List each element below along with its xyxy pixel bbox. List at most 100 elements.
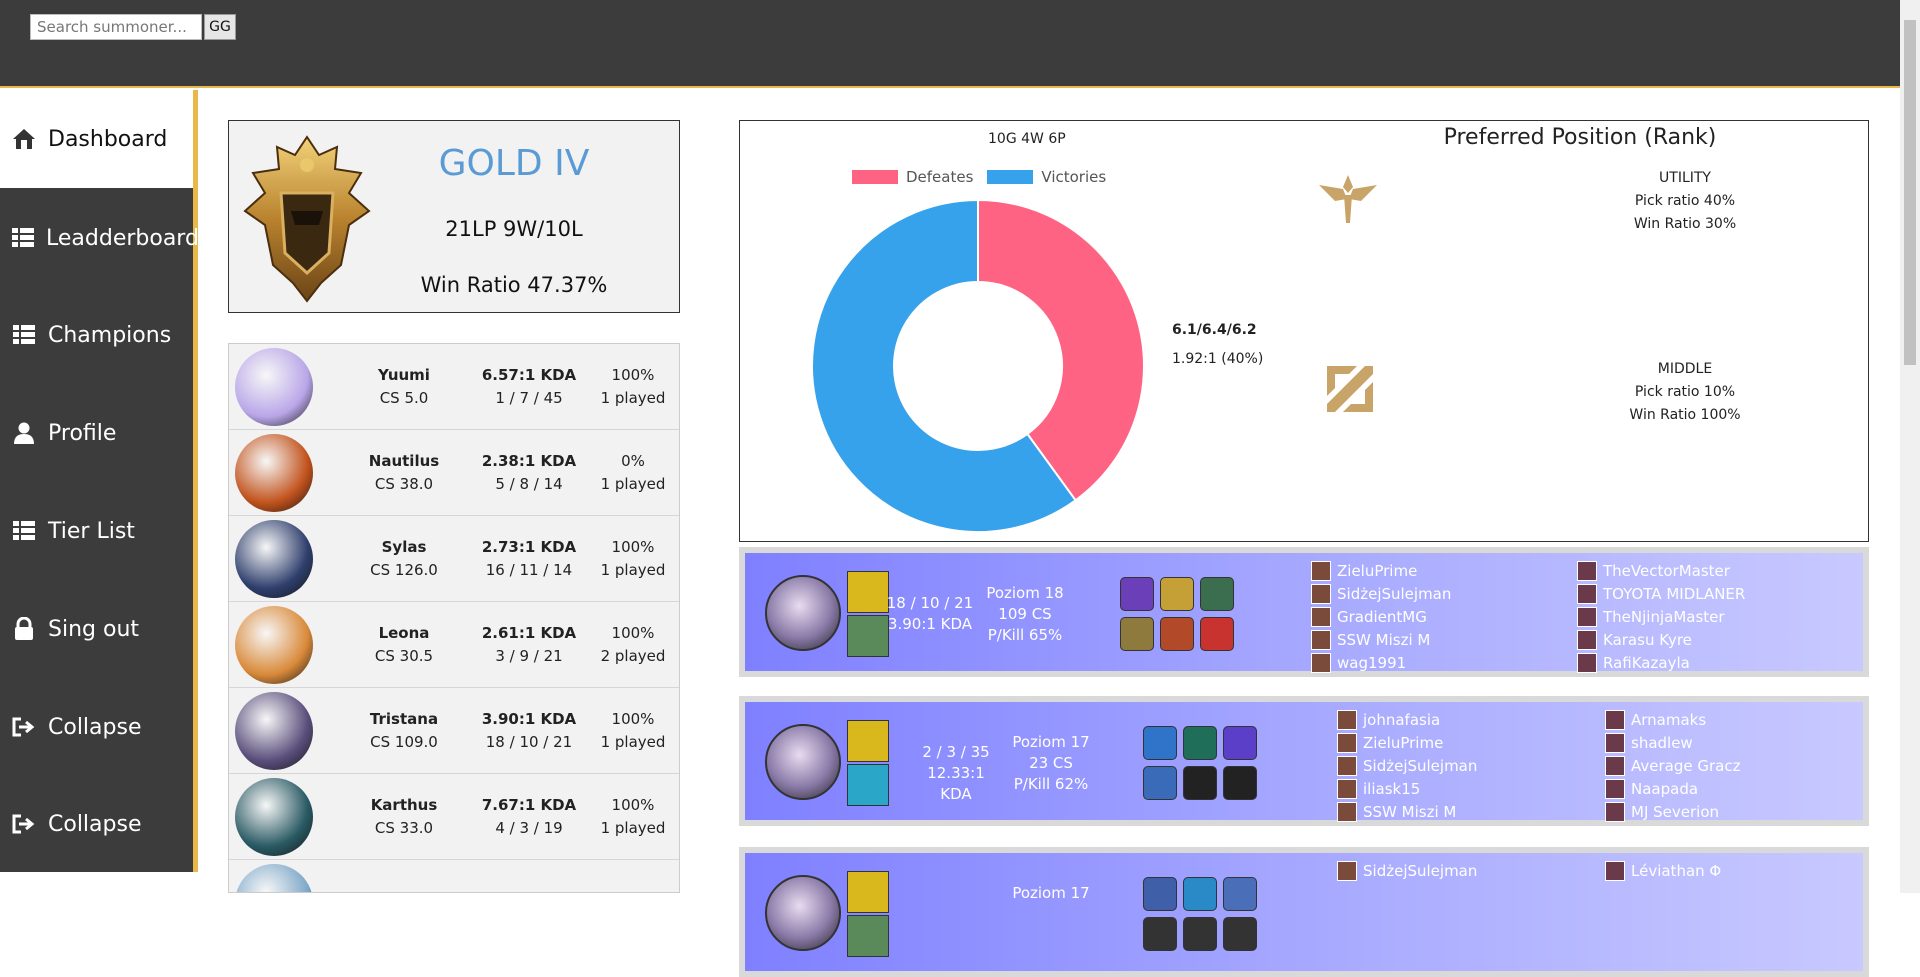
team1-player[interactable]: johnafasia [1337,708,1440,731]
player-champion-icon [1605,709,1625,730]
player-champion-icon [1337,860,1357,881]
sidebar-item-champions[interactable]: Champions [0,287,193,383]
item-icon [1143,877,1177,911]
team1-player[interactable]: SidżejSulejman [1311,582,1451,605]
champion-cs: CS 30.5 [374,647,434,665]
signout-icon [12,812,36,836]
rank-lp-record: 21LP 9W/10L [445,217,583,241]
sidebar-item-label: Leadderboard [46,225,199,251]
team2-player[interactable]: MJ Severion [1605,800,1719,823]
sidebar-item-dashboard[interactable]: Dashboard [0,90,193,188]
team1-player[interactable]: SidżejSulejman [1337,859,1477,882]
team2-player[interactable]: Naapada [1605,777,1698,800]
match-pkill: P/Kill 62% [1013,775,1089,793]
position-pick-ratio: Pick ratio 10% [1634,384,1736,400]
player-champion-icon [1311,583,1331,604]
champion-kills: 3 / 9 / 21 [495,647,563,665]
match-card[interactable]: Poziom 17 SidżejSulejman Léviathan Φ [739,847,1869,977]
sidebar-item-collapse[interactable]: Collapse [0,679,193,775]
item-icon [1223,877,1257,911]
player-champion-icon [1311,560,1331,581]
champion-row[interactable]: Sylas CS 126.0 2.73:1 KDA 16 / 11 / 14 100% 1… [229,516,679,602]
player-champion-icon [1605,755,1625,776]
champion-name-cs: Karthus CS 33.0 [339,794,469,840]
champion-avatar [235,348,313,426]
scrollbar-thumb[interactable] [1904,20,1916,365]
champion-row[interactable]: Leona CS 30.5 2.61:1 KDA 3 / 9 / 21 100% 2 pl… [229,602,679,688]
sidebar-item-label: Tier List [48,518,135,544]
page-scrollbar[interactable] [1900,0,1920,893]
match-stats: Poziom 17 [1001,883,1101,904]
team1-player[interactable]: SSW Miszi M [1311,628,1430,651]
position-pick-ratio: Pick ratio 40% [1634,193,1736,209]
item-icon [1183,766,1217,800]
match-cs: 23 CS [1029,754,1073,772]
team2-player[interactable]: Karasu Kyre [1577,628,1692,651]
sidebar-item-label: Dashboard [48,126,168,152]
sidebar-item-sign-out[interactable]: Sing out [0,581,193,677]
team1-player[interactable]: iliask15 [1337,777,1420,800]
team2-player[interactable]: shadlew [1605,731,1693,754]
position-middle: MIDDLE Pick ratio 10% Win Ratio 100% [1510,358,1860,427]
team2-player[interactable]: Arnamaks [1605,708,1706,731]
match-stats: Poziom 18 109 CS P/Kill 65% [975,583,1075,646]
player-champion-icon [1337,801,1357,822]
player-champion-icon [1337,755,1357,776]
team2-player[interactable]: RafiKazayla [1577,651,1690,674]
match-level: Poziom 17 [1012,884,1090,902]
champion-winrate-cell: 100% 1 played [589,794,677,840]
rank-win-ratio: Win Ratio 47.37% [420,273,608,297]
player-name: TOYOTA MIDLANER [1603,584,1746,603]
lock-icon [12,617,36,641]
team2-player[interactable]: Léviathan Φ [1605,859,1721,882]
team1-player[interactable]: SidżejSulejman [1337,754,1477,777]
champion-winrate: 100% [611,710,655,728]
sidebar-item-profile[interactable]: Profile [0,385,193,481]
champion-kills: 4 / 3 / 19 [495,819,563,837]
team2-player[interactable]: Average Gracz [1605,754,1740,777]
champion-name: Nautilus [368,452,440,470]
sidebar-item-leadderboard[interactable]: Leadderboard [0,190,199,286]
match-pkill: P/Kill 65% [987,626,1063,644]
champion-row[interactable] [229,860,679,892]
team1-player[interactable]: ZieluPrime [1337,731,1443,754]
table-icon [12,519,36,543]
match-kda-line: 2 / 3 / 35 [922,743,990,761]
item-icon [1183,726,1217,760]
champion-row[interactable]: Tristana CS 109.0 3.90:1 KDA 18 / 10 / 21 10… [229,688,679,774]
match-card-body: Poziom 17 SidżejSulejman Léviathan Φ [745,853,1863,971]
player-name: SSW Miszi M [1337,630,1431,649]
player-name: SidżejSulejman [1337,584,1452,603]
item-icon [1200,617,1234,651]
champion-name: Leona [378,624,430,642]
team2-player[interactable]: TOYOTA MIDLANER [1577,582,1745,605]
champion-row[interactable]: Karthus CS 33.0 7.67:1 KDA 4 / 3 / 19 100% 1 … [229,774,679,860]
match-kda-line: 18 / 10 / 21 [886,594,974,612]
team1-player[interactable]: SSW Miszi M [1337,800,1456,823]
item-icon [1143,766,1177,800]
match-kda-ratio: 12.33:1 KDA [927,764,985,803]
item-icon [1223,726,1257,760]
sidebar-item-collapse[interactable]: Collapse [0,776,193,872]
kda-ratio: 1.92:1 (40%) [1172,351,1264,367]
match-card[interactable]: 2 / 3 / 35 12.33:1 KDA Poziom 17 23 CS P/Kil… [739,696,1869,826]
search-input[interactable] [30,14,202,40]
positions-title: Preferred Position (Rank) [1443,125,1717,150]
champion-name-cs: Nautilus CS 38.0 [339,450,469,496]
champion-row[interactable]: Yuumi CS 5.0 6.57:1 KDA 1 / 7 / 45 100% 1 pla… [229,344,679,430]
team1-player[interactable]: wag1991 [1311,651,1406,674]
item-icon [1223,766,1257,800]
match-kda-ratio: 3.90:1 KDA [887,615,973,633]
match-card[interactable]: 18 / 10 / 21 3.90:1 KDA Poziom 18 109 CS P/K… [739,547,1869,677]
team1-player[interactable]: ZieluPrime [1311,559,1417,582]
item-icon [1200,577,1234,611]
team1-player[interactable]: GradientMG [1311,605,1427,628]
sidebar-item-tier-list[interactable]: Tier List [0,483,193,579]
champion-row[interactable]: Nautilus CS 38.0 2.38:1 KDA 5 / 8 / 14 0% 1 p… [229,430,679,516]
team2-player[interactable]: TheVectorMaster [1577,559,1730,582]
team2-player[interactable]: TheNjinjaMaster [1577,605,1725,628]
search-button[interactable]: GG [204,14,236,40]
sidebar-item-label: Champions [48,322,172,348]
champion-winrate-cell: 100% 1 played [589,708,677,754]
legend-label-defeates: Defeates [906,168,974,186]
